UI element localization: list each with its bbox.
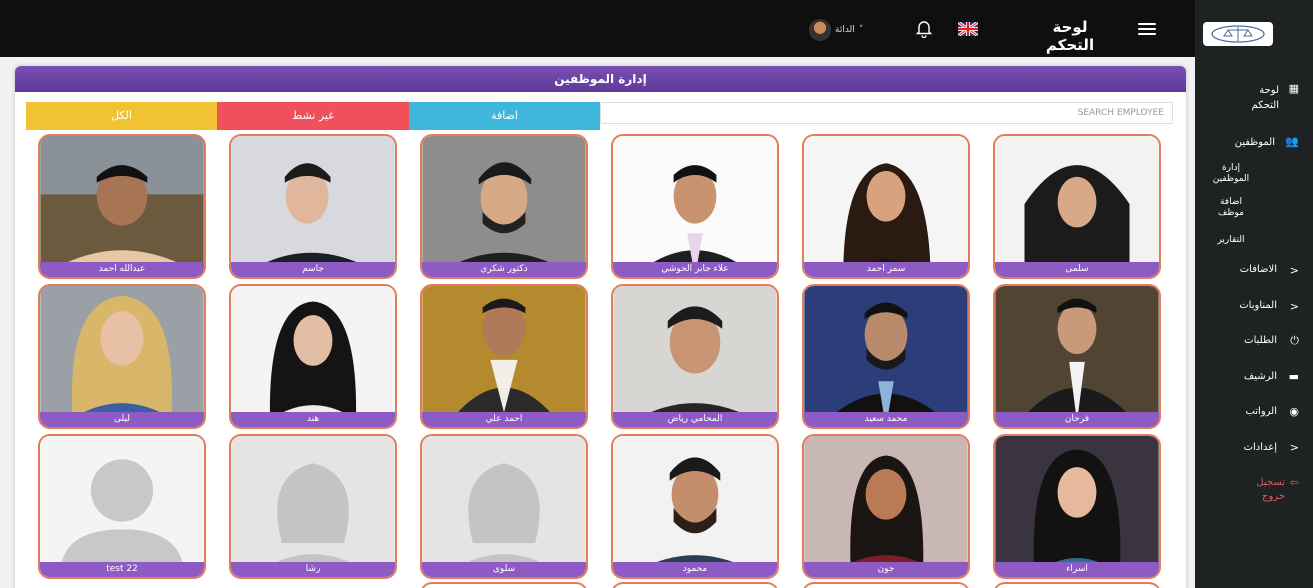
employee-photo	[422, 286, 586, 427]
chevron-right-icon: >	[1289, 264, 1299, 277]
employee-card[interactable]: سلوى	[420, 434, 588, 579]
chevron-right-icon: >	[1289, 441, 1299, 454]
sidebar-item-requests[interactable]: الطلبات	[1244, 335, 1277, 346]
scales-logo-icon	[1211, 25, 1265, 43]
employee-card[interactable]: جون	[802, 434, 970, 579]
tab-inactive[interactable]: غير نشط	[217, 102, 409, 130]
employee-name: سمر احمد	[804, 262, 968, 277]
logo	[1203, 22, 1273, 46]
sidebar-item-dashboard[interactable]: لوحة التحكم	[1239, 83, 1279, 113]
employee-card[interactable]	[802, 582, 970, 588]
employee-name: ليلى	[40, 412, 204, 427]
employee-name: اسراء	[995, 562, 1159, 577]
employee-photo	[613, 136, 777, 277]
chevron-right-icon: >	[1289, 300, 1299, 313]
employee-photo	[804, 436, 968, 577]
employee-name: جاسم	[231, 262, 395, 277]
employee-name: محمد سعيد	[804, 412, 968, 427]
employee-card[interactable]: محمود	[611, 434, 779, 579]
employee-card[interactable]: فرحان	[993, 284, 1161, 429]
employee-photo	[995, 136, 1159, 277]
menu-icon[interactable]	[1138, 23, 1156, 36]
employee-name: سلمى	[995, 262, 1159, 277]
employee-name: هند	[231, 412, 395, 427]
employee-card[interactable]	[420, 582, 588, 588]
employee-card[interactable]: ليلى	[38, 284, 206, 429]
employee-photo	[613, 436, 777, 577]
employee-name: سلوى	[422, 562, 586, 577]
employee-name: دكتور شكري	[422, 262, 586, 277]
employee-name: test 22	[40, 562, 204, 577]
page-title: لوحة التحكم	[1045, 18, 1095, 54]
archive-icon: ▬	[1288, 370, 1299, 383]
employee-card[interactable]	[993, 582, 1161, 588]
dashboard-icon: ▦	[1288, 82, 1299, 95]
employee-card[interactable]: علاء جابر الحوشي	[611, 134, 779, 279]
employee-photo	[40, 136, 204, 277]
employee-photo	[231, 136, 395, 277]
avatar	[809, 19, 831, 41]
money-icon: ◉	[1289, 405, 1299, 418]
employee-name: رشا	[231, 562, 395, 577]
search-input[interactable]: SEARCH EMPLOYEE	[600, 102, 1173, 124]
employee-photo	[995, 436, 1159, 577]
employee-photo	[804, 286, 968, 427]
employee-photo	[40, 286, 204, 427]
employee-name: جون	[804, 562, 968, 577]
user-menu[interactable]: الدائة ˅	[809, 19, 864, 41]
sidebar-item-salaries[interactable]: الرواتب	[1245, 406, 1277, 417]
employee-name: فرحان	[995, 412, 1159, 427]
employee-name: عبدالله احمد	[40, 262, 204, 277]
employee-card[interactable]: اسراء	[993, 434, 1161, 579]
sidebar-item-add-employee[interactable]: اضافة موظف	[1209, 197, 1253, 219]
sidebar-item-archive[interactable]: الرشيف	[1244, 371, 1277, 382]
sidebar-item-additions[interactable]: الاضافات	[1240, 264, 1277, 275]
sidebar-item-reports[interactable]: التقارير	[1209, 235, 1253, 246]
sidebar-item-logout[interactable]: تسجيل خروج	[1237, 476, 1285, 504]
logout-icon: ⇦	[1289, 476, 1299, 489]
employee-card[interactable]: محمد سعيد	[802, 284, 970, 429]
employee-photo	[804, 136, 968, 277]
employee-photo	[613, 286, 777, 427]
employee-card[interactable]: احمد علي	[420, 284, 588, 429]
power-icon: ⏻	[1290, 334, 1299, 347]
sidebar-item-shifts[interactable]: المناوبات	[1239, 300, 1277, 311]
users-icon: 👥	[1285, 135, 1299, 148]
tab-add[interactable]: اضافة	[409, 102, 600, 130]
employee-card[interactable]: سلمى	[993, 134, 1161, 279]
employee-photo	[231, 286, 395, 427]
employee-name: المحامي رياض	[613, 412, 777, 427]
employee-photo	[40, 436, 204, 577]
employee-photo	[422, 436, 586, 577]
sidebar-item-manage-employees[interactable]: إدارة الموظفين	[1209, 163, 1253, 185]
employee-card[interactable]: هند	[229, 284, 397, 429]
panel-title: إدارة الموظفين	[15, 66, 1186, 92]
sidebar-item-employees[interactable]: الموظفين	[1235, 137, 1275, 148]
top-bar	[0, 0, 1195, 57]
employee-card[interactable]: عبدالله احمد	[38, 134, 206, 279]
chevron-down-icon: ˅	[858, 25, 864, 35]
employee-name: احمد علي	[422, 412, 586, 427]
employee-card[interactable]: دكتور شكري	[420, 134, 588, 279]
user-name: الدائة	[835, 25, 855, 35]
employee-card[interactable]	[611, 582, 779, 588]
tab-all[interactable]: الكل	[26, 102, 217, 130]
employee-name: علاء جابر الحوشي	[613, 262, 777, 277]
employee-card[interactable]: المحامي رياض	[611, 284, 779, 429]
employee-card[interactable]: رشا	[229, 434, 397, 579]
employee-name: محمود	[613, 562, 777, 577]
bell-icon[interactable]	[916, 20, 932, 38]
sidebar-item-settings[interactable]: إعدادات	[1244, 442, 1277, 453]
employee-card[interactable]: سمر احمد	[802, 134, 970, 279]
employee-photo	[995, 286, 1159, 427]
employee-photo	[231, 436, 395, 577]
employee-card[interactable]: جاسم	[229, 134, 397, 279]
employee-card[interactable]: test 22	[38, 434, 206, 579]
employee-photo	[422, 136, 586, 277]
uk-flag-icon[interactable]	[958, 22, 978, 36]
